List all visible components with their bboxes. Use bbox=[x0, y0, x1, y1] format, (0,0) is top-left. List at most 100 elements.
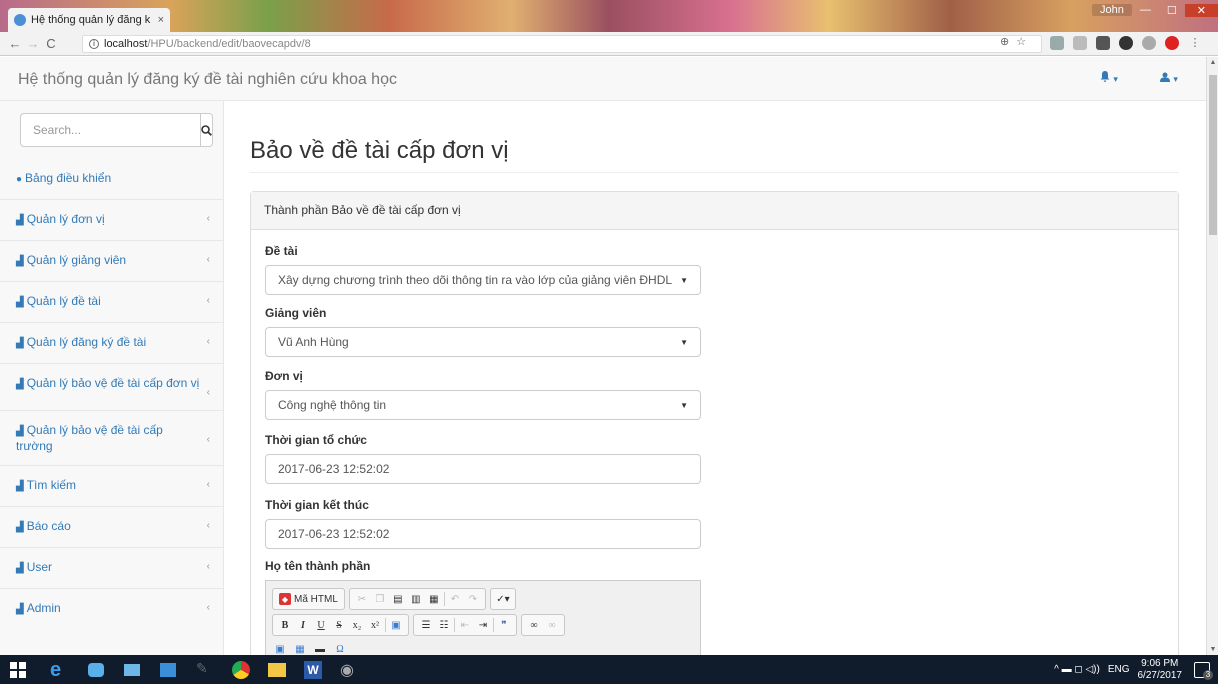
table-icon[interactable]: ▦ bbox=[292, 641, 308, 655]
scroll-up-icon[interactable]: ▲ bbox=[1207, 59, 1218, 66]
paste-icon[interactable]: ▤ bbox=[390, 591, 406, 607]
strike-button[interactable]: S bbox=[331, 617, 347, 633]
sitemap-icon: ▟ bbox=[16, 604, 24, 615]
link-icon[interactable]: ∞ bbox=[526, 617, 542, 633]
browser-tab[interactable]: Hệ thống quản lý đăng k × bbox=[8, 8, 170, 32]
undo-icon[interactable]: ↶ bbox=[447, 591, 463, 607]
maximize-button[interactable]: ☐ bbox=[1159, 4, 1185, 17]
redo-icon[interactable]: ↷ bbox=[465, 591, 481, 607]
italic-button[interactable]: I bbox=[295, 617, 311, 633]
image-icon[interactable]: ▣ bbox=[272, 641, 288, 655]
unlink-icon[interactable]: ∞ bbox=[544, 617, 560, 633]
chrome-icon[interactable] bbox=[232, 661, 250, 679]
sidebar-item-label: User bbox=[26, 560, 53, 574]
adblock-icon[interactable] bbox=[1165, 36, 1179, 50]
underline-button[interactable]: U bbox=[313, 617, 329, 633]
sitemap-icon: ▟ bbox=[16, 338, 24, 349]
copy-icon[interactable]: ❐ bbox=[372, 591, 388, 607]
clipboard-group: ✂ ❐ ▤ ▥ ▦ ↶ ↷ bbox=[348, 588, 486, 610]
extension-icon[interactable] bbox=[1142, 36, 1156, 50]
sidebar-item-giang-vien[interactable]: ▟ Quản lý giảng viên ‹ bbox=[0, 241, 224, 282]
sidebar-item-bao-ve-truong[interactable]: ▟ Quản lý bảo vệ đề tài cấp trường ‹ bbox=[0, 411, 224, 466]
tg-to-chuc-input[interactable]: 2017-06-23 12:52:02 bbox=[265, 454, 701, 484]
file-explorer-icon[interactable] bbox=[268, 663, 286, 677]
action-center-icon[interactable]: 3 bbox=[1194, 662, 1213, 680]
chevron-left-icon: ‹ bbox=[206, 561, 210, 572]
chevron-left-icon: ‹ bbox=[206, 479, 210, 490]
giang-vien-select[interactable]: Vũ Anh Hùng ▼ bbox=[265, 327, 701, 357]
spellcheck-icon[interactable]: ✓▾ bbox=[495, 591, 511, 607]
mail-icon[interactable] bbox=[124, 664, 140, 676]
reload-button[interactable]: C bbox=[42, 36, 60, 51]
indent-icon[interactable]: ⇥ bbox=[475, 617, 491, 633]
search-button[interactable] bbox=[200, 113, 213, 147]
search-input[interactable] bbox=[20, 113, 200, 147]
app-brand[interactable]: Hệ thống quản lý đăng ký đề tài nghiên c… bbox=[18, 71, 397, 89]
address-bar[interactable]: i localhost/HPU/backend/edit/baovecapdv/… bbox=[82, 35, 1042, 53]
tg-ket-thuc-input[interactable]: 2017-06-23 12:52:02 bbox=[265, 519, 701, 549]
source-button[interactable]: ◆ Mã HTML bbox=[277, 593, 340, 605]
bulleted-list-icon[interactable]: ☷ bbox=[436, 617, 452, 633]
tray-icons[interactable]: ^ ▬ ◻ ◁)) bbox=[1054, 664, 1100, 675]
paste-word-icon[interactable]: ▦ bbox=[426, 591, 442, 607]
sidebar: ●Bảng điều khiển ▟Quản lý đơn vị‹ ▟Quản … bbox=[0, 101, 224, 655]
pen-icon[interactable]: ✎ bbox=[196, 660, 216, 680]
forward-button[interactable]: → bbox=[24, 36, 42, 51]
edge-icon[interactable]: e bbox=[50, 660, 70, 680]
minimize-button[interactable]: — bbox=[1132, 4, 1159, 16]
sidebar-item-de-tai[interactable]: ▟ Quản lý đề tài ‹ bbox=[0, 282, 224, 323]
superscript-button[interactable]: x² bbox=[367, 617, 383, 633]
tg-to-chuc-value: 2017-06-23 12:52:02 bbox=[278, 462, 390, 476]
browser-menu-icon[interactable]: ⋮ bbox=[1188, 36, 1202, 50]
remove-format-icon[interactable]: ▣ bbox=[388, 617, 404, 633]
extension-icon[interactable] bbox=[1096, 36, 1110, 50]
people-icon[interactable] bbox=[88, 663, 104, 677]
language-indicator[interactable]: ENG bbox=[1108, 664, 1130, 675]
close-window-button[interactable]: ✕ bbox=[1184, 3, 1218, 17]
sidebar-item-tim-kiem[interactable]: ▟ Tìm kiếm ‹ bbox=[0, 466, 224, 507]
subscript-button[interactable]: x₂ bbox=[349, 617, 365, 633]
blockquote-button[interactable]: ❞ bbox=[496, 617, 512, 633]
sidebar-item-bao-cao[interactable]: ▟ Báo cáo ‹ bbox=[0, 507, 224, 548]
bookmark-star-icon[interactable]: ☆ bbox=[1016, 35, 1026, 48]
tg-ket-thuc-label: Thời gian kết thúc bbox=[265, 498, 369, 512]
sidebar-item-label: Bảng điều khiển bbox=[25, 171, 112, 185]
sidebar-item-dashboard[interactable]: ● Bảng điều khiển bbox=[0, 159, 224, 200]
media-icon[interactable] bbox=[160, 663, 176, 677]
sidebar-item-bao-ve-don-vi[interactable]: ▟ Quản lý bảo vệ đề tài cấp đơn vị ‹ bbox=[0, 364, 224, 411]
windows-start-icon[interactable] bbox=[10, 660, 30, 680]
notifications-bell-icon[interactable]: ▾ bbox=[1100, 71, 1118, 85]
back-button[interactable]: ← bbox=[6, 36, 24, 51]
tg-to-chuc-label: Thời gian tổ chức bbox=[265, 433, 367, 447]
word-icon[interactable]: W bbox=[304, 661, 322, 679]
giang-vien-label: Giảng viên bbox=[265, 306, 327, 320]
paste-text-icon[interactable]: ▥ bbox=[408, 591, 424, 607]
outdent-icon[interactable]: ⇤ bbox=[457, 617, 473, 633]
zoom-icon[interactable]: ⊕ bbox=[1000, 35, 1009, 48]
horizontal-rule-icon[interactable]: ▬ bbox=[312, 641, 328, 655]
sidebar-item-don-vi[interactable]: ▟ Quản lý đơn vị ‹ bbox=[0, 200, 224, 241]
clock[interactable]: 9:06 PM 6/27/2017 bbox=[1138, 658, 1183, 682]
don-vi-select[interactable]: Công nghệ thông tin ▼ bbox=[265, 390, 701, 420]
sidebar-item-admin[interactable]: ▟ Admin ‹ bbox=[0, 589, 224, 629]
tab-close-icon[interactable]: × bbox=[158, 14, 164, 26]
scrollbar-thumb[interactable] bbox=[1209, 75, 1217, 235]
site-info-icon[interactable]: i bbox=[89, 39, 99, 49]
extension-icon[interactable] bbox=[1073, 36, 1087, 50]
sidebar-item-label: Admin bbox=[26, 601, 61, 615]
cut-icon[interactable]: ✂ bbox=[354, 591, 370, 607]
browser-profile-button[interactable]: John bbox=[1092, 4, 1132, 16]
page-scrollbar[interactable]: ▲ ▼ bbox=[1206, 57, 1218, 655]
sidebar-item-user[interactable]: ▟ User ‹ bbox=[0, 548, 224, 589]
special-char-icon[interactable]: Ω bbox=[332, 641, 348, 655]
sidebar-item-dang-ky[interactable]: ▟ Quản lý đăng ký đề tài ‹ bbox=[0, 323, 224, 364]
app-icon[interactable]: ◉ bbox=[340, 660, 360, 680]
de-tai-select[interactable]: Xây dựng chương trình theo dõi thông tin… bbox=[265, 265, 701, 295]
numbered-list-icon[interactable]: ☰ bbox=[418, 617, 434, 633]
scroll-down-icon[interactable]: ▼ bbox=[1207, 646, 1218, 653]
user-menu-icon[interactable]: ▾ bbox=[1160, 71, 1178, 85]
user-caret-icon: ▾ bbox=[1173, 74, 1178, 84]
extension-icon[interactable] bbox=[1050, 36, 1064, 50]
extension-icon[interactable] bbox=[1119, 36, 1133, 50]
bold-button[interactable]: B bbox=[277, 617, 293, 633]
